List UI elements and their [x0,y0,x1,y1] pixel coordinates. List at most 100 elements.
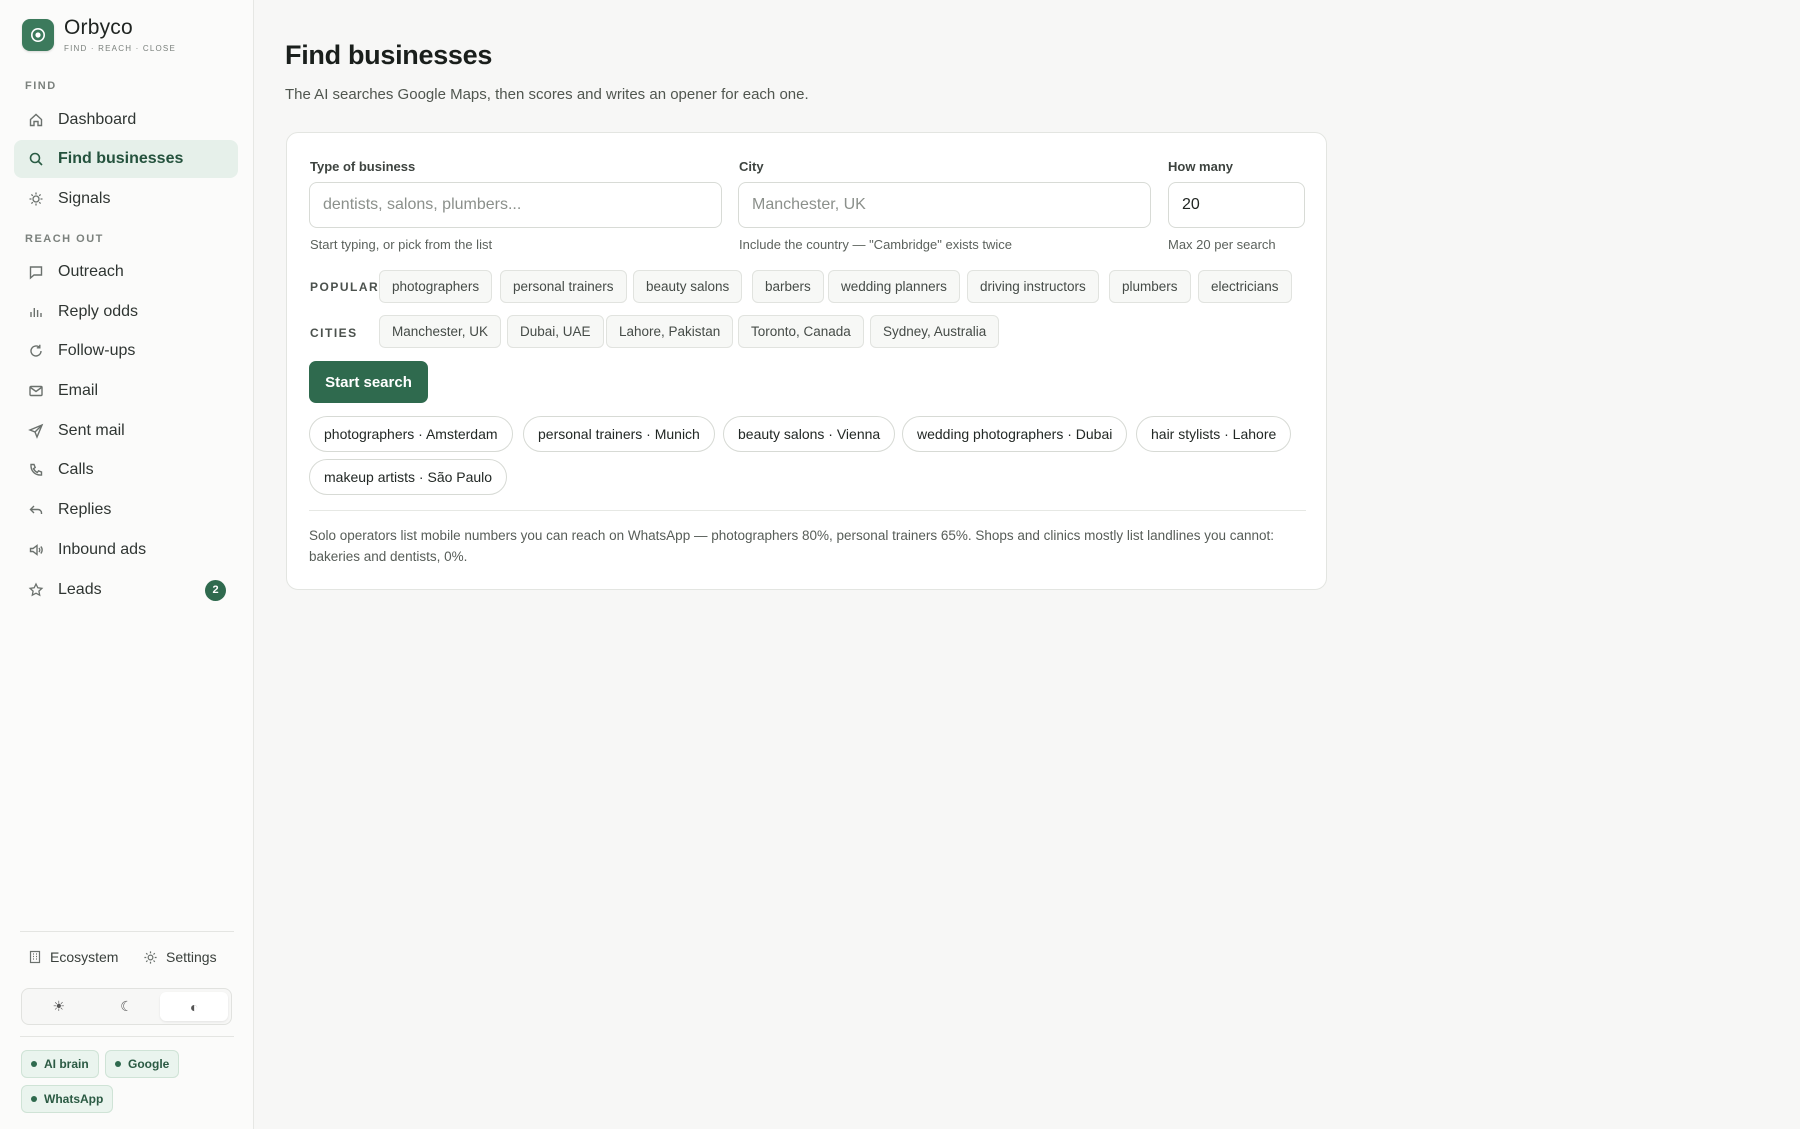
sidebar-item-label: Sent mail [58,422,125,439]
home-icon [28,112,44,128]
sidebar-item-label: Leads [58,581,102,598]
brand-logo-icon [22,18,54,51]
status-pill-label: Google [128,1057,170,1071]
recent-search-chip[interactable]: personal trainers · Munich [523,416,715,452]
city-chip[interactable]: Manchester, UK [379,315,502,348]
sidebar-item-label: Replies [58,501,112,518]
theme-system-button[interactable]: ◐ [160,992,229,1021]
reply-icon [28,502,44,518]
sidebar: Orbyco FIND · REACH · CLOSE FIND Dashboa… [0,0,254,1129]
chat-icon [28,264,44,280]
bar-chart-icon [28,304,44,320]
sidebar-item-label: Dashboard [58,111,137,128]
city-chip[interactable]: Lahore, Pakistan [606,315,734,348]
type-field-hint: Start typing, or pick from the list [310,237,493,252]
status-pill-whatsapp: WhatsApp [21,1085,114,1113]
recent-search-chip[interactable]: makeup artists · São Paulo [309,459,508,495]
brand[interactable]: Orbyco FIND · REACH · CLOSE [22,16,176,53]
card-divider [309,510,1306,511]
ecosystem-link[interactable]: Ecosystem [28,949,118,965]
city-chip[interactable]: Sydney, Australia [870,315,1000,348]
sidebar-item-label: Find businesses [58,150,184,167]
popular-chip[interactable]: driving instructors [967,270,1099,303]
sidebar-item-sent-mail[interactable]: Sent mail [14,412,238,450]
phone-icon [28,462,44,478]
mail-icon [28,383,44,399]
sidebar-item-inbound-ads[interactable]: Inbound ads [14,531,238,569]
sidebar-item-calls[interactable]: Calls [14,451,238,489]
recent-search-chip[interactable]: beauty salons · Vienna [723,416,896,452]
sidebar-divider [20,1036,234,1037]
search-card: Type of business Start typing, or pick f… [286,132,1327,590]
star-icon [28,582,44,598]
recent-search-chip[interactable]: wedding photographers · Dubai [902,416,1128,452]
sidebar-item-email[interactable]: Email [14,372,238,410]
brand-name: Orbyco [64,16,133,39]
sidebar-item-dashboard[interactable]: Dashboard [14,101,238,139]
popular-chip[interactable]: beauty salons [633,270,743,303]
building-icon [28,950,42,964]
status-dot [115,1061,121,1067]
theme-dark-button[interactable]: ☾ [93,992,161,1021]
sidebar-item-label: Signals [58,190,111,207]
sidebar-item-label: Calls [58,461,94,478]
popular-chip[interactable]: electricians [1198,270,1292,303]
sidebar-item-reply-odds[interactable]: Reply odds [14,293,238,331]
count-input[interactable] [1168,182,1305,228]
sidebar-item-label: Inbound ads [58,541,147,558]
count-field-label: How many [1168,159,1234,174]
theme-toggle: ☀ ☾ ◐ [21,988,232,1025]
sun-icon [28,191,44,207]
sidebar-item-label: Follow-ups [58,342,136,359]
type-field-label: Type of business [310,159,416,174]
popular-chip[interactable]: wedding planners [828,270,960,303]
business-type-input[interactable] [309,182,722,228]
status-dot [31,1096,37,1102]
sidebar-item-replies[interactable]: Replies [14,491,238,529]
recent-search-chip[interactable]: photographers · Amsterdam [309,416,513,452]
page-title: Find businesses [285,40,493,70]
status-pill-google: Google [105,1050,180,1078]
popular-chip[interactable]: barbers [752,270,824,303]
search-icon [28,151,44,167]
city-field-label: City [739,159,764,174]
popular-chip[interactable]: photographers [379,270,493,303]
city-chip[interactable]: Dubai, UAE [507,315,604,348]
leads-count-badge: 2 [205,579,226,601]
status-pill-label: AI brain [44,1057,89,1071]
page-subtitle: The AI searches Google Maps, then scores… [285,86,809,103]
sidebar-divider [20,931,234,932]
sidebar-item-label: Reply odds [58,303,139,320]
start-search-button[interactable]: Start search [309,361,428,403]
popular-label: POPULAR [310,280,380,294]
status-pill-label: WhatsApp [44,1092,104,1106]
sidebar-item-outreach[interactable]: Outreach [14,253,238,291]
theme-light-button[interactable]: ☀ [25,992,93,1021]
brand-tagline: FIND · REACH · CLOSE [64,44,177,53]
city-field-hint: Include the country — "Cambridge" exists… [739,237,1012,252]
section-label-reach-out: REACH OUT [25,233,104,245]
sidebar-item-follow-ups[interactable]: Follow-ups [14,332,238,370]
sidebar-item-find-businesses[interactable]: Find businesses [14,140,238,178]
sidebar-item-signals[interactable]: Signals [14,180,238,218]
popular-chip[interactable]: personal trainers [500,270,627,303]
settings-link[interactable]: Settings [143,949,217,965]
recent-search-chip[interactable]: hair stylists · Lahore [1136,416,1292,452]
send-icon [28,423,44,439]
city-chip[interactable]: Toronto, Canada [738,315,864,348]
sidebar-item-leads[interactable]: Leads 2 [14,571,238,609]
section-label-find: FIND [25,80,57,92]
city-input[interactable] [738,182,1151,228]
megaphone-icon [28,542,44,558]
reachability-note: Solo operators list mobile numbers you c… [309,528,1275,564]
sidebar-item-label: Outreach [58,263,124,280]
refresh-icon [28,343,44,359]
status-pill-ai-brain: AI brain [21,1050,99,1078]
cities-label: CITIES [310,326,358,340]
count-field-hint: Max 20 per search [1168,237,1276,252]
ecosystem-label: Ecosystem [50,949,119,965]
settings-label: Settings [166,949,217,965]
popular-chip[interactable]: plumbers [1109,270,1191,303]
status-dot [31,1061,37,1067]
sidebar-item-label: Email [58,382,99,399]
